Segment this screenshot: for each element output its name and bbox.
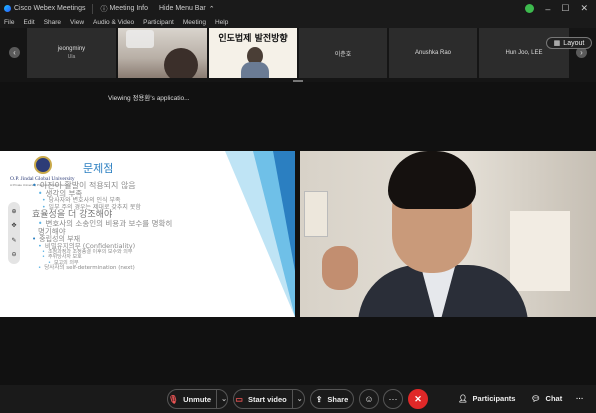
maximize-button[interactable]: ☐: [561, 3, 569, 14]
menu-help[interactable]: Help: [215, 19, 228, 26]
emoji-icon: ☺: [364, 394, 374, 404]
background-furniture: [510, 211, 570, 291]
more-options-button[interactable]: ···: [383, 389, 403, 409]
layout-label: Layout: [563, 39, 585, 47]
share-button[interactable]: ⇪ Share: [310, 389, 354, 409]
menu-meeting[interactable]: Meeting: [183, 19, 206, 26]
end-meeting-button[interactable]: ✕: [408, 389, 428, 409]
participant-name: Anushka Rao: [414, 50, 452, 56]
more-icon: ···: [388, 394, 398, 404]
meeting-info-label: Meeting Info: [109, 5, 148, 12]
menu-file[interactable]: File: [4, 19, 14, 26]
slide-decoration: [273, 151, 295, 271]
participant-name: 이춘호: [334, 51, 352, 58]
participant-video-body: [241, 62, 269, 78]
participant-video: [164, 48, 198, 78]
participants-label: Participants: [472, 394, 516, 403]
layout-grid-icon: ▦: [553, 40, 561, 47]
video-background: [126, 30, 154, 48]
menu-bar: File Edit Share View Audio & Video Parti…: [0, 17, 596, 28]
info-icon: ⓘ: [100, 5, 108, 13]
meeting-info-button[interactable]: ⓘ Meeting Info: [100, 4, 148, 14]
slide-title: 문제점: [83, 162, 114, 175]
close-button[interactable]: ✕: [580, 3, 588, 14]
annotation-toolbar: ⊕ ✥ ✎ ⊖: [8, 202, 20, 264]
hide-menu-bar-button[interactable]: Hide Menu Bar ⌃: [159, 5, 215, 13]
video-off-icon: ▭: [235, 394, 243, 404]
participant-name: Hun Joo, LEE: [505, 50, 543, 56]
strip-resize-handle[interactable]: [293, 80, 303, 82]
participant-subtitle: Ula: [67, 54, 76, 60]
reactions-button[interactable]: ☺: [359, 389, 379, 409]
unmute-button[interactable]: 🎙︎ Unmute ⌄: [167, 389, 228, 409]
share-icon: ⇪: [315, 394, 323, 404]
chat-label: Chat: [545, 394, 563, 403]
wall-frame: [304, 191, 328, 237]
start-video-button[interactable]: ▭ Start video ⌄: [233, 389, 305, 409]
video-banner-text: 인도법제 발전방향: [218, 34, 288, 44]
participant-video-tile[interactable]: [118, 28, 207, 78]
slide-bullets: • 이진이 활발이 적용되지 않음 • 생각의 부족 • 당사자와 변호사의 인식 부…: [32, 181, 172, 272]
strip-prev-button[interactable]: ‹: [9, 47, 20, 58]
participant-name: jeongminy: [57, 46, 86, 52]
participant-tile[interactable]: Anushka Rao: [389, 28, 477, 78]
menu-audio-video[interactable]: Audio & Video: [93, 19, 134, 26]
video-options-chevron[interactable]: ⌄: [291, 390, 303, 408]
hide-menu-bar-label: Hide Menu Bar: [159, 5, 206, 12]
participant-tile[interactable]: 이춘호: [299, 28, 387, 78]
bullet-line: • 당사자의 self-determination (next): [38, 264, 135, 271]
menu-edit[interactable]: Edit: [23, 19, 34, 26]
menu-participant[interactable]: Participant: [143, 19, 174, 26]
separator: [92, 3, 94, 14]
participant-tile[interactable]: Hun Joo, LEE: [479, 28, 569, 78]
participant-video-tile[interactable]: 인도법제 발전방향: [209, 28, 297, 78]
chat-icon: 💬︎: [531, 394, 541, 403]
viewing-share-label: Viewing 정용환's applicatio...: [108, 95, 190, 102]
start-video-label: Start video: [247, 394, 287, 404]
shared-content: O.P. Jindal Global University A Private …: [0, 151, 295, 317]
chevron-up-icon: ⌃: [208, 5, 215, 13]
title-bar: Cisco Webex Meetings ⓘ Meeting Info Hide…: [0, 0, 596, 17]
overflow-icon: ···: [576, 394, 584, 403]
unmute-label: Unmute: [183, 394, 212, 404]
participants-icon: 👤︎: [458, 394, 468, 403]
layout-button[interactable]: ▦ Layout: [546, 37, 592, 49]
webex-logo-icon: [4, 5, 11, 12]
active-speaker-video[interactable]: [300, 151, 596, 317]
app-title: Cisco Webex Meetings: [14, 5, 86, 12]
participants-button[interactable]: 👤︎ Participants: [458, 394, 515, 403]
connection-status-icon: [525, 4, 535, 13]
pan-icon[interactable]: ✥: [11, 222, 16, 229]
share-label: Share: [327, 394, 349, 404]
audio-options-chevron[interactable]: ⌄: [216, 390, 227, 408]
minimize-button[interactable]: –: [545, 4, 550, 14]
chat-button[interactable]: 💬︎ Chat: [531, 394, 562, 403]
close-icon: ✕: [414, 393, 422, 404]
zoom-in-icon[interactable]: ⊕: [11, 208, 16, 215]
participant-strip: ‹ jeongminy Ula 인도법제 발전방향 이춘호 Anushka Ra…: [0, 28, 596, 82]
overflow-menu-button[interactable]: ···: [576, 394, 584, 403]
meeting-controls: 🎙︎ Unmute ⌄ ▭ Start video ⌄ ⇪ Share ☺ ··…: [0, 385, 596, 413]
participant-tile[interactable]: jeongminy Ula: [27, 28, 116, 78]
annotate-icon[interactable]: ✎: [11, 237, 16, 244]
menu-view[interactable]: View: [70, 19, 84, 26]
mic-muted-icon: 🎙︎: [168, 394, 179, 404]
menu-share[interactable]: Share: [44, 19, 61, 26]
zoom-out-icon[interactable]: ⊖: [11, 251, 16, 258]
university-seal-icon: [34, 156, 52, 174]
speaker-hand: [322, 246, 358, 290]
